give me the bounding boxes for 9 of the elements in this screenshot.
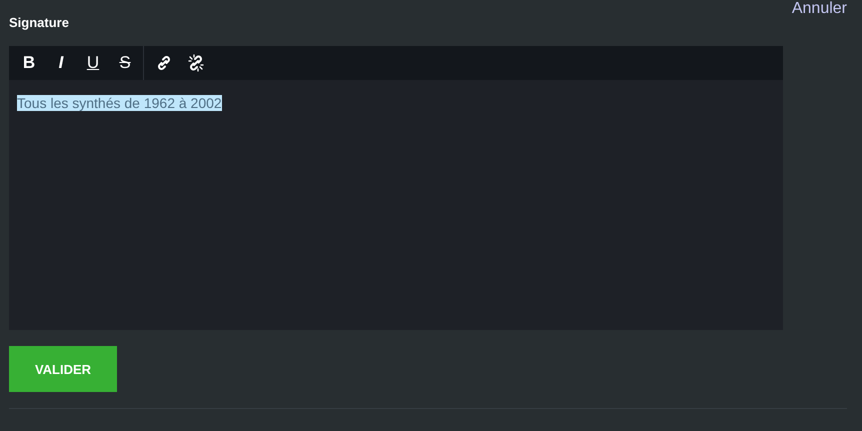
- signature-text: Tous les synthés de 1962 à 2002: [17, 95, 222, 111]
- link-icon: [156, 55, 172, 71]
- italic-button[interactable]: I: [45, 48, 77, 78]
- bold-button[interactable]: B: [13, 48, 45, 78]
- strike-button[interactable]: S: [109, 48, 141, 78]
- cancel-link[interactable]: Annuler: [792, 0, 847, 17]
- underline-button[interactable]: U: [77, 48, 109, 78]
- unlink-icon: [187, 54, 205, 72]
- section-title: Signature: [9, 15, 69, 30]
